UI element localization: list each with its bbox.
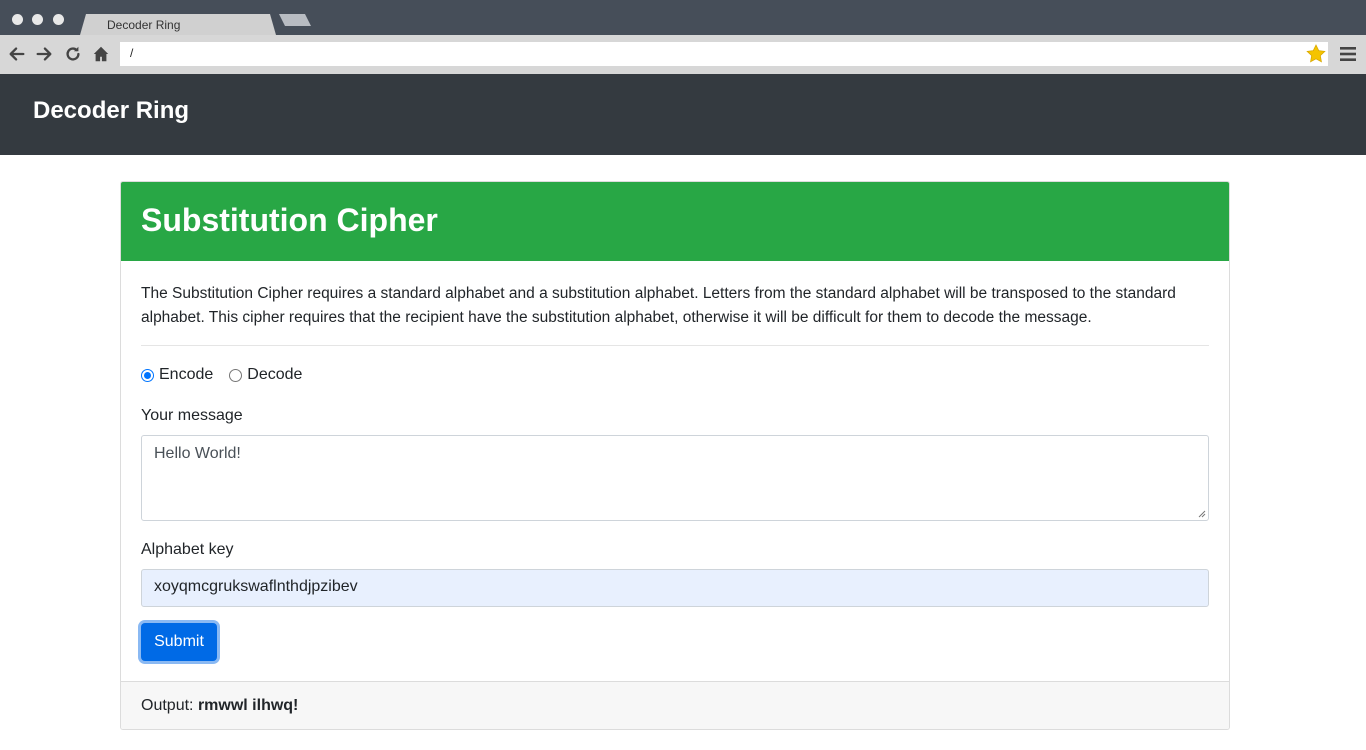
back-button[interactable] (6, 43, 28, 65)
alphabet-label: Alphabet key (141, 541, 234, 558)
browser-tab-bar: Decoder Ring (0, 0, 1366, 35)
cipher-description: The Substitution Cipher requires a stand… (141, 285, 1176, 326)
output-value: rmwwl ilhwq! (197, 697, 299, 714)
card-header: Substitution Cipher (121, 182, 1229, 261)
reload-button[interactable] (62, 43, 84, 65)
tab-title: Decoder Ring (107, 18, 181, 32)
window-dot-icon[interactable] (53, 14, 64, 25)
cipher-card: Substitution Cipher The Substitution Cip… (120, 181, 1230, 730)
bookmark-star-icon[interactable] (1306, 44, 1326, 64)
card-footer: Output: rmwwl ilhwq! (121, 681, 1229, 729)
encode-radio[interactable] (141, 368, 154, 382)
message-textarea[interactable]: Hello World! (141, 435, 1209, 521)
navbar-brand[interactable]: Decoder Ring (33, 97, 189, 125)
app-navbar: Decoder Ring (0, 74, 1366, 155)
forward-arrow-icon (36, 47, 52, 61)
resize-grip-icon[interactable] (1198, 510, 1206, 518)
encode-radio-label[interactable]: Encode (159, 366, 213, 384)
home-button[interactable] (90, 43, 112, 65)
browser-toolbar: / (0, 35, 1366, 74)
alphabet-key-input[interactable]: xoyqmcgrukswaflnthdjpzibev (141, 569, 1209, 607)
back-arrow-icon (9, 47, 25, 61)
output-label: Output: (141, 697, 194, 714)
divider (141, 345, 1209, 346)
message-label: Your message (141, 407, 243, 424)
hamburger-menu-icon[interactable] (1339, 45, 1357, 63)
url-text: / (130, 46, 134, 60)
address-bar[interactable]: / (120, 42, 1328, 66)
alphabet-key-value: xoyqmcgrukswaflnthdjpzibev (154, 578, 358, 595)
output-line: Output: rmwwl ilhwq! (141, 697, 298, 715)
home-icon (93, 46, 109, 62)
new-tab-button[interactable] (279, 14, 311, 26)
decode-radio[interactable] (229, 368, 243, 382)
reload-icon (66, 46, 80, 61)
forward-button[interactable] (33, 43, 55, 65)
card-title: Substitution Cipher (141, 202, 438, 238)
browser-tab[interactable]: Decoder Ring (80, 14, 276, 35)
decode-radio-label[interactable]: Decode (247, 366, 302, 384)
window-dot-icon[interactable] (32, 14, 43, 25)
mode-radio-group: Encode Decode (141, 365, 302, 385)
window-dot-icon[interactable] (12, 14, 23, 25)
submit-button[interactable]: Submit (141, 623, 217, 661)
message-value: Hello World! (154, 445, 241, 462)
